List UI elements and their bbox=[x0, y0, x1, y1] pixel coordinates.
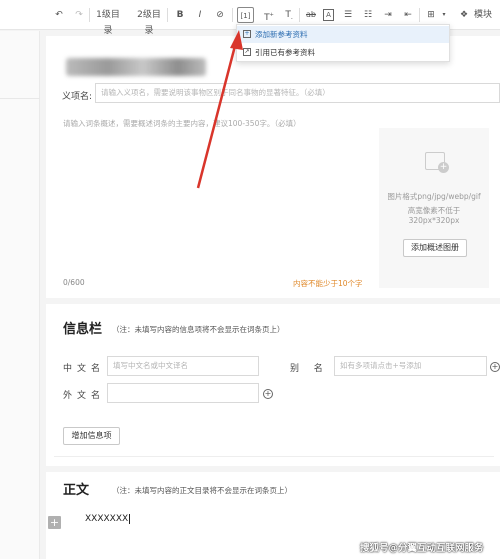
add-block-button[interactable]: + bbox=[48, 516, 61, 529]
summary-textarea[interactable]: 请输入词条概述，需要概述词条的主要内容，建议100-350字。（必填） bbox=[63, 118, 301, 129]
add-image-plus-icon: + bbox=[438, 162, 449, 173]
heading1-button[interactable]: 1级目录 bbox=[93, 7, 123, 36]
cite-existing-reference-item[interactable]: ↗ 引用已有参考资料 bbox=[237, 44, 449, 61]
numbered-list-icon[interactable]: ☷ bbox=[361, 7, 375, 23]
toolbar-divider bbox=[167, 8, 168, 22]
add-alias-icon[interactable]: + bbox=[490, 362, 500, 372]
redo-icon[interactable]: ↷ bbox=[72, 7, 86, 23]
subscript-button[interactable]: T- bbox=[282, 7, 296, 23]
toolbar-divider bbox=[419, 8, 420, 22]
add-new-reference-item[interactable]: + 添加新参考资料 bbox=[237, 26, 449, 43]
min-length-warning: 内容不能少于10个字 bbox=[293, 279, 363, 288]
add-info-item-button[interactable]: 增加信息项 bbox=[63, 427, 120, 445]
reference-button[interactable]: [1] bbox=[237, 7, 254, 23]
add-reference-icon: + bbox=[243, 30, 251, 38]
external-link-icon: ↗ bbox=[243, 48, 251, 56]
infobox-note: （注：未填写内容的信息项将不会显示在词条页上） bbox=[112, 325, 285, 334]
yi-label: 义项名: bbox=[62, 92, 93, 102]
watermark: 搜狐号@分翼互动互联网服务 bbox=[360, 543, 484, 554]
add-foreign-name-icon[interactable]: + bbox=[263, 389, 273, 399]
italic-button[interactable]: I bbox=[193, 7, 207, 23]
char-count: 0/600 bbox=[63, 278, 85, 287]
cn-name-label: 中文名 bbox=[63, 364, 106, 374]
body-editor-text[interactable]: XXXXXXX bbox=[85, 514, 131, 524]
sidebar-divider bbox=[0, 98, 40, 99]
reference-dropdown: + 添加新参考资料 ↗ 引用已有参考资料 bbox=[236, 24, 450, 62]
image-format-hint: 图片格式png/jpg/webp/gif bbox=[387, 192, 481, 201]
body-note: （注：未填写内容的正文目录将不会显示在词条页上） bbox=[112, 486, 292, 495]
yi-input[interactable]: 请输入义项名，需要说明该事物区别于同名事物的显著特征。（必填） bbox=[95, 83, 500, 103]
image-size-hint: 高宽像素不低于320px*320px bbox=[407, 206, 461, 225]
alias-label: 别 名 bbox=[290, 364, 326, 374]
bullet-list-icon[interactable]: ☰ bbox=[341, 7, 355, 23]
strikethrough-button[interactable]: ab bbox=[304, 7, 318, 23]
toolbar-divider bbox=[89, 8, 90, 22]
heading2-button[interactable]: 2级目录 bbox=[134, 7, 164, 36]
cn-name-input[interactable]: 填写中文名或中文译名 bbox=[107, 356, 259, 376]
section-divider bbox=[54, 456, 494, 457]
chevron-down-icon[interactable]: ▾ bbox=[440, 7, 448, 23]
add-image-button[interactable]: 添加概述图册 bbox=[403, 239, 467, 257]
infobox-title: 信息栏 bbox=[63, 322, 103, 337]
left-sidebar bbox=[0, 31, 40, 559]
template-icon: ❖ bbox=[460, 10, 469, 20]
bold-button[interactable]: B bbox=[173, 7, 187, 23]
superscript-button[interactable]: T+ bbox=[262, 7, 276, 23]
template-button[interactable]: 模块 bbox=[471, 7, 495, 23]
cite-existing-reference-label: 引用已有参考资料 bbox=[255, 48, 315, 57]
foreign-name-label: 外文名 bbox=[63, 391, 106, 401]
insert-icon[interactable]: ⊞ bbox=[424, 7, 438, 23]
link-icon[interactable]: ⊘ bbox=[213, 7, 227, 23]
add-new-reference-label: 添加新参考资料 bbox=[255, 30, 308, 39]
body-title: 正文 bbox=[63, 483, 90, 498]
outdent-icon[interactable]: ⇤ bbox=[401, 7, 415, 23]
alias-input[interactable]: 如有多项请点击+号添加 bbox=[334, 356, 487, 376]
text-box-button[interactable]: A bbox=[323, 9, 334, 21]
entry-title-blurred bbox=[66, 58, 206, 76]
toolbar-divider bbox=[299, 8, 300, 22]
undo-icon[interactable]: ↶ bbox=[52, 7, 66, 23]
foreign-name-input[interactable] bbox=[107, 383, 259, 403]
toolbar-divider bbox=[232, 8, 233, 22]
indent-icon[interactable]: ⇥ bbox=[381, 7, 395, 23]
